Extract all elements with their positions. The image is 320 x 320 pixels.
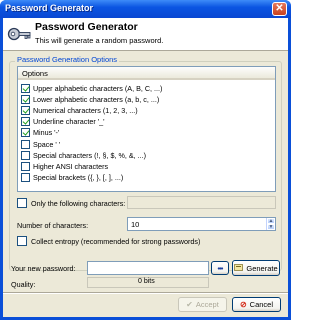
dialog-window: Password Generator ✕ Password Generator … [0, 0, 291, 320]
option-label[interactable]: Numerical characters (1, 2, 3, ...) [33, 106, 138, 115]
option-row[interactable]: Numerical characters (1, 2, 3, ...) [21, 105, 138, 115]
option-checkbox[interactable] [21, 161, 30, 171]
options-group-legend: Password Generation Options [15, 55, 120, 64]
checkmark-icon: ✔ [186, 300, 193, 309]
footer-separator [3, 292, 288, 294]
entropy-label[interactable]: Collect entropy (recommended for strong … [31, 237, 200, 246]
spin-down-icon[interactable]: ▼ [267, 224, 275, 230]
option-checkbox[interactable] [21, 128, 30, 138]
quality-label: Quality: [11, 280, 36, 289]
option-row[interactable]: Space ' ' [21, 139, 60, 149]
option-checkbox[interactable] [21, 83, 30, 93]
option-row[interactable]: Upper alphabetic characters (A, B, C, ..… [21, 83, 162, 93]
num-chars-label: Number of characters: [17, 221, 89, 230]
only-following-checkbox[interactable] [17, 198, 27, 208]
option-label[interactable]: Upper alphabetic characters (A, B, C, ..… [33, 84, 162, 93]
new-password-field[interactable] [87, 261, 209, 275]
option-checkbox[interactable] [21, 150, 30, 160]
option-row[interactable]: Underline character '_' [21, 117, 104, 127]
option-checkbox[interactable] [21, 117, 30, 127]
title-bar[interactable]: Password Generator ✕ [0, 0, 291, 18]
entropy-checkbox[interactable] [17, 236, 27, 246]
option-row[interactable]: Special characters (!, §, $, %, &, ...) [21, 150, 146, 160]
cancel-icon: ⊘ [239, 300, 247, 309]
new-password-label: Your new password: [11, 264, 76, 273]
entropy-row: Collect entropy (recommended for strong … [17, 236, 200, 246]
show-password-button[interactable]: ••• [211, 261, 229, 275]
option-label[interactable]: Lower alphabetic characters (a, b, c, ..… [33, 95, 159, 104]
generate-button[interactable]: Generate [232, 260, 280, 276]
generate-icon [234, 263, 244, 274]
option-row[interactable]: Lower alphabetic characters (a, b, c, ..… [21, 94, 159, 104]
dialog-client: Password Generator This will generate a … [3, 18, 288, 317]
header-banner: Password Generator This will generate a … [3, 18, 288, 51]
close-button[interactable]: ✕ [272, 2, 287, 16]
option-row[interactable]: Higher ANSI characters [21, 161, 108, 171]
option-label[interactable]: Special brackets ({, }, [, ], ...) [33, 173, 123, 182]
option-row[interactable]: Special brackets ({, }, [, ], ...) [21, 173, 123, 183]
quality-value: 0 bits [138, 278, 155, 285]
option-checkbox[interactable] [21, 173, 30, 183]
num-chars-spin[interactable]: ▲ ▼ [266, 218, 275, 230]
option-label[interactable]: Space ' ' [33, 140, 60, 149]
only-following-input[interactable] [127, 196, 276, 209]
cancel-button[interactable]: ⊘ Cancel [232, 297, 281, 312]
quality-bar: 0 bits [87, 277, 209, 288]
num-chars-stepper[interactable]: 10 ▲ ▼ [127, 217, 276, 231]
key-icon [7, 27, 31, 41]
accept-label: Accept [195, 300, 219, 309]
option-checkbox[interactable] [21, 139, 30, 149]
cancel-label: Cancel [249, 300, 274, 309]
option-row[interactable]: Minus '-' [21, 128, 59, 138]
options-column-label: Options [22, 69, 48, 78]
options-listview[interactable]: Options Upper alphabetic characters (A, … [17, 66, 276, 192]
accept-button[interactable]: ✔ Accept [178, 297, 227, 312]
option-checkbox[interactable] [21, 94, 30, 104]
option-label[interactable]: Higher ANSI characters [33, 162, 108, 171]
option-checkbox[interactable] [21, 105, 30, 115]
option-label[interactable]: Special characters (!, §, $, %, &, ...) [33, 151, 146, 160]
only-following-label[interactable]: Only the following characters: [31, 199, 125, 208]
only-following-row: Only the following characters: [17, 198, 125, 208]
header-subtitle: This will generate a random password. [35, 36, 164, 45]
option-label[interactable]: Underline character '_' [33, 117, 104, 126]
options-column-header[interactable]: Options [18, 67, 275, 80]
window-title: Password Generator [5, 3, 94, 13]
generate-label: Generate [246, 263, 278, 273]
option-label[interactable]: Minus '-' [33, 128, 59, 137]
header-title: Password Generator [35, 21, 138, 33]
